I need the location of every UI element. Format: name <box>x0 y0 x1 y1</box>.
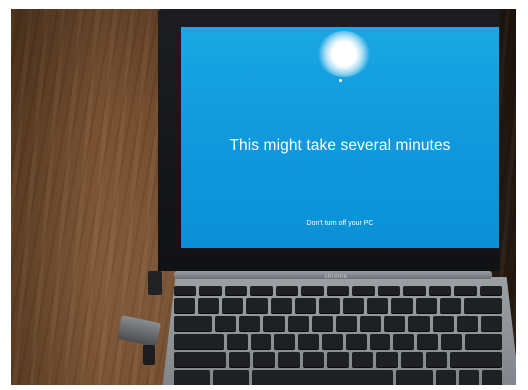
key <box>428 286 452 295</box>
key <box>318 298 341 313</box>
key <box>417 334 438 349</box>
key <box>352 286 375 295</box>
key <box>376 352 398 367</box>
key <box>377 286 401 295</box>
key <box>464 334 503 349</box>
key <box>456 316 478 331</box>
key <box>415 298 437 313</box>
key <box>432 316 454 331</box>
key <box>274 334 296 349</box>
key <box>384 316 406 331</box>
space-key <box>252 370 394 385</box>
status-title: This might take several minutes <box>229 137 451 154</box>
key <box>439 298 461 313</box>
key <box>327 352 349 367</box>
key <box>343 298 365 313</box>
key <box>294 298 316 313</box>
key <box>301 286 324 295</box>
key <box>321 334 343 349</box>
light-glare <box>318 31 370 77</box>
key <box>174 352 226 367</box>
key <box>458 370 479 385</box>
key <box>435 370 456 385</box>
key <box>326 286 350 295</box>
key <box>311 316 333 331</box>
key <box>250 286 273 295</box>
key <box>239 316 261 331</box>
key <box>222 298 244 313</box>
key <box>270 298 292 313</box>
key <box>198 298 220 313</box>
key <box>275 286 299 295</box>
status-subtitle: Don't turn off your PC <box>306 220 374 227</box>
key <box>400 352 423 367</box>
key <box>253 352 276 367</box>
key <box>454 286 477 295</box>
key <box>263 316 285 331</box>
key <box>224 286 248 295</box>
key <box>199 286 222 295</box>
key <box>246 298 268 313</box>
side-port <box>148 271 162 295</box>
keyboard-row <box>174 334 503 349</box>
key <box>393 334 415 349</box>
key <box>480 316 502 331</box>
keyboard <box>174 286 503 385</box>
photo: This might take several minutes Don't tu… <box>11 9 516 385</box>
key <box>226 334 248 349</box>
key <box>302 352 325 367</box>
key <box>174 370 211 385</box>
key <box>215 316 237 331</box>
key <box>335 316 358 331</box>
key <box>174 316 213 331</box>
key <box>174 334 224 349</box>
key <box>287 316 309 331</box>
key <box>174 286 197 295</box>
key <box>351 352 374 367</box>
key <box>481 370 502 385</box>
key <box>403 286 426 295</box>
key <box>345 334 367 349</box>
key <box>408 316 430 331</box>
keyboard-row <box>174 286 503 295</box>
keyboard-row <box>174 298 502 313</box>
key <box>450 352 502 367</box>
key <box>391 298 413 313</box>
key <box>367 298 389 313</box>
key <box>369 334 391 349</box>
key <box>250 334 272 349</box>
keyboard-row <box>174 316 502 331</box>
key <box>479 286 503 295</box>
key <box>396 370 433 385</box>
key <box>298 334 319 349</box>
key <box>213 370 250 385</box>
usb-adapter <box>143 345 155 365</box>
key <box>174 298 196 313</box>
key <box>360 316 382 331</box>
loading-dot <box>339 79 342 82</box>
key <box>463 298 502 313</box>
brand-label: chrome <box>324 274 348 280</box>
keyboard-row <box>174 352 502 367</box>
key <box>425 352 448 367</box>
key <box>440 334 462 349</box>
key <box>228 352 251 367</box>
key <box>278 352 300 367</box>
keyboard-row <box>174 370 502 385</box>
laptop-screen: This might take several minutes Don't tu… <box>181 27 499 248</box>
